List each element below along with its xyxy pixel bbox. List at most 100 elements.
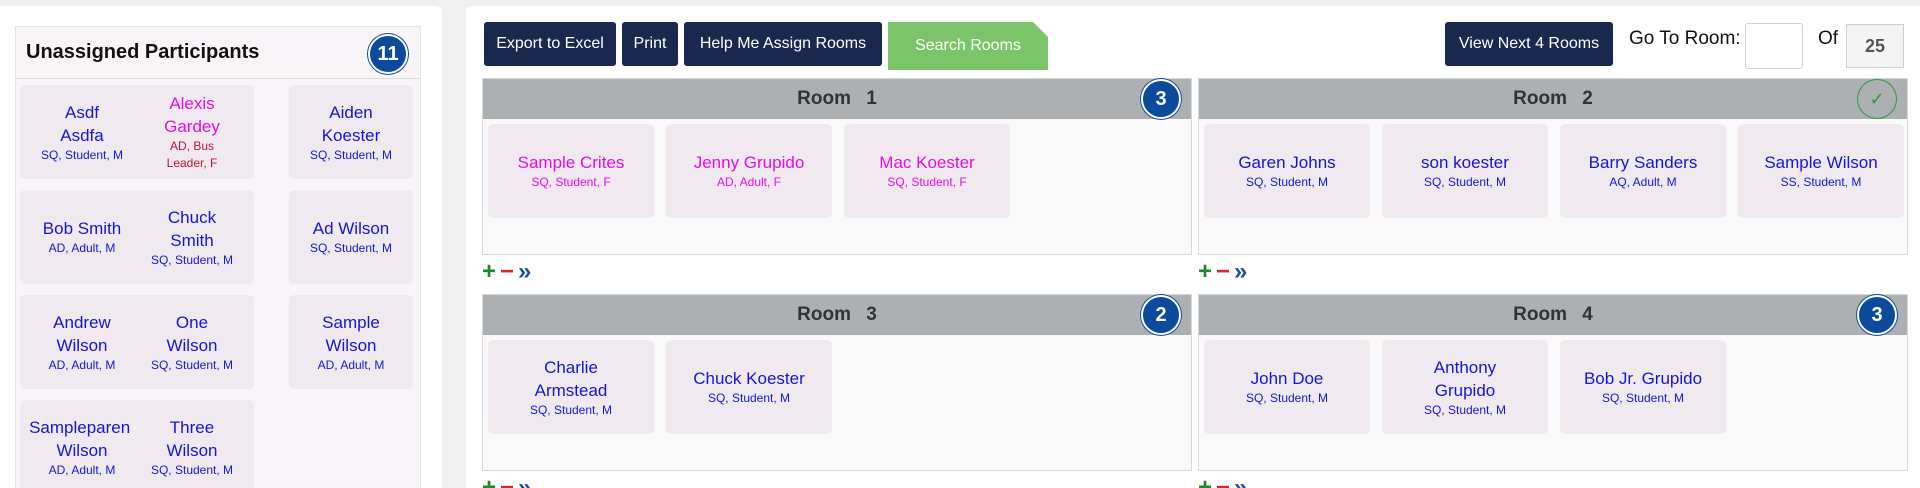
room-count-badge: 3 xyxy=(1141,79,1181,119)
room-header: Room 2 ✓ xyxy=(1199,79,1907,119)
participant-name: Sample Wilson xyxy=(322,312,380,355)
member-name: Sample Wilson xyxy=(1764,153,1878,172)
member-name: Barry Sanders xyxy=(1588,153,1698,172)
member-meta: SQ, Student, M xyxy=(707,391,791,405)
member-meta: SQ, Student, M xyxy=(1423,402,1507,417)
add-participant-icon[interactable]: + xyxy=(482,258,496,285)
participant-card[interactable]: Asdf Asdfa SQ, Student, M xyxy=(20,85,144,179)
export-excel-button[interactable]: Export to Excel xyxy=(484,22,616,66)
of-label: Of xyxy=(1818,28,1839,49)
participant-card[interactable]: Chuck Smith SQ, Student, M xyxy=(130,190,254,284)
participant-name: Asdf Asdfa xyxy=(60,102,104,145)
help-assign-rooms-button[interactable]: Help Me Assign Rooms xyxy=(684,22,882,66)
remove-participant-icon[interactable]: − xyxy=(500,474,514,488)
room-member-card[interactable]: Sample Wilson SS, Student, M xyxy=(1738,124,1904,218)
goto-room-label: Go To Room: xyxy=(1629,28,1741,49)
unassigned-header: Unassigned Participants 11 xyxy=(16,27,420,79)
participant-meta: SQ, Student, M xyxy=(150,252,234,267)
double-chevron-right-icon[interactable]: » xyxy=(518,474,531,488)
room-card-4: Room 4 3 John Doe SQ, Student, M Anthony… xyxy=(1198,294,1908,471)
participant-card[interactable]: Bob Smith AD, Adult, M xyxy=(20,190,144,284)
participant-meta: AD, Adult, M xyxy=(48,357,116,372)
room-member-card[interactable]: Garen Johns SQ, Student, M xyxy=(1204,124,1370,218)
member-name: Mac Koester xyxy=(879,153,975,172)
room-member-card[interactable]: Bob Jr. Grupido SQ, Student, M xyxy=(1560,340,1726,434)
room-member-card[interactable]: son koester SQ, Student, M xyxy=(1382,124,1548,218)
room-member-card[interactable]: Barry Sanders AQ, Adult, M xyxy=(1560,124,1726,218)
member-name: Charlie Armstead xyxy=(534,357,608,400)
room-header: Room 3 2 xyxy=(483,295,1191,335)
room-card-1: Room 1 3 Sample Crites SQ, Student, F Je… xyxy=(482,78,1192,255)
member-name: Anthony Grupido xyxy=(1433,357,1497,400)
participant-name: Bob Smith xyxy=(42,219,122,238)
room-member-card[interactable]: Anthony Grupido SQ, Student, M xyxy=(1382,340,1548,434)
member-meta: SQ, Student, M xyxy=(529,402,613,417)
goto-room-input[interactable] xyxy=(1745,23,1803,69)
participant-meta: AD, Adult, M xyxy=(48,241,116,255)
participant-meta: SQ, Student, M xyxy=(309,147,393,162)
member-name: Garen Johns xyxy=(1238,153,1336,172)
print-button[interactable]: Print xyxy=(622,22,678,66)
member-name: Sample Crites xyxy=(517,153,625,172)
room-count-badge: 3 xyxy=(1857,295,1897,335)
room-card-2: Room 2 ✓ Garen Johns SQ, Student, M son … xyxy=(1198,78,1908,255)
search-rooms-button[interactable]: Search Rooms xyxy=(888,22,1048,70)
remove-participant-icon[interactable]: − xyxy=(1216,474,1230,488)
room-2-controls: + −» xyxy=(1198,260,1247,284)
room-count-badge: 2 xyxy=(1141,295,1181,335)
participant-card[interactable]: Ad Wilson SQ, Student, M xyxy=(289,190,413,284)
remove-participant-icon[interactable]: − xyxy=(1216,258,1230,285)
member-name: Bob Jr. Grupido xyxy=(1583,369,1703,388)
add-participant-icon[interactable]: + xyxy=(482,474,496,488)
room-member-card[interactable]: Mac Koester SQ, Student, F xyxy=(844,124,1010,218)
unassigned-title: Unassigned Participants xyxy=(26,41,260,63)
room-title: Room 4 xyxy=(1513,304,1593,325)
view-next-rooms-button[interactable]: View Next 4 Rooms xyxy=(1445,22,1613,66)
unassigned-participants-panel: Unassigned Participants 11 Asdf Asdfa SQ… xyxy=(15,26,421,488)
room-3-controls: + −» xyxy=(482,476,531,488)
participant-meta: SQ, Student, M xyxy=(150,462,234,477)
room-assignment-panel: Export to Excel Print Help Me Assign Roo… xyxy=(466,6,1920,488)
room-member-card[interactable]: Charlie Armstead SQ, Student, M xyxy=(488,340,654,434)
room-title: Room 3 xyxy=(797,304,877,325)
member-meta: SS, Student, M xyxy=(1780,175,1862,189)
member-meta: AQ, Adult, M xyxy=(1609,175,1677,189)
participant-card[interactable]: One Wilson SQ, Student, M xyxy=(130,295,254,389)
participant-name: Andrew Wilson xyxy=(53,312,111,355)
member-meta: SQ, Student, M xyxy=(1245,391,1329,405)
add-participant-icon[interactable]: + xyxy=(1198,258,1212,285)
participant-meta: AD, Adult, M xyxy=(317,357,385,372)
room-member-card[interactable]: Sample Crites SQ, Student, F xyxy=(488,124,654,218)
participant-name: Aiden Koester xyxy=(321,102,381,145)
room-4-controls: + −» xyxy=(1198,476,1247,488)
participant-card[interactable]: Alexis Gardey AD, Bus Leader, F xyxy=(130,85,254,179)
member-meta: SQ, Student, F xyxy=(531,175,611,189)
room-member-card[interactable]: Chuck Koester SQ, Student, M xyxy=(666,340,832,434)
participant-meta: SQ, Student, M xyxy=(150,357,234,372)
participant-card[interactable]: Aiden Koester SQ, Student, M xyxy=(289,85,413,179)
member-name: Chuck Koester xyxy=(693,369,805,388)
room-member-card[interactable]: Jenny Grupido AD, Adult, F xyxy=(666,124,832,218)
double-chevron-right-icon[interactable]: » xyxy=(1234,258,1247,285)
member-meta: SQ, Student, M xyxy=(1423,175,1507,189)
participant-card[interactable]: Andrew Wilson AD, Adult, M xyxy=(20,295,144,389)
room-member-card[interactable]: John Doe SQ, Student, M xyxy=(1204,340,1370,434)
participant-name: Three Wilson xyxy=(166,417,218,460)
double-chevron-right-icon[interactable]: » xyxy=(1234,474,1247,488)
member-meta: SQ, Student, F xyxy=(887,175,967,189)
participant-name: Alexis Gardey xyxy=(164,94,220,136)
participant-name: Ad Wilson xyxy=(312,219,390,238)
member-name: son koester xyxy=(1421,153,1509,172)
member-name: Jenny Grupido xyxy=(693,153,805,172)
total-rooms-field: 25 xyxy=(1846,24,1904,68)
room-1-controls: + −» xyxy=(482,260,531,284)
participant-card[interactable]: Sample Wilson AD, Adult, M xyxy=(289,295,413,389)
participant-card[interactable]: Sampleparent Wilson AD, Adult, M xyxy=(20,400,144,488)
room-card-3: Room 3 2 Charlie Armstead SQ, Student, M… xyxy=(482,294,1192,471)
add-participant-icon[interactable]: + xyxy=(1198,474,1212,488)
double-chevron-right-icon[interactable]: » xyxy=(518,258,531,285)
member-name: John Doe xyxy=(1250,369,1324,388)
participant-card[interactable]: Three Wilson SQ, Student, M xyxy=(130,400,254,488)
room-title: Room 1 xyxy=(797,88,877,109)
remove-participant-icon[interactable]: − xyxy=(500,258,514,285)
